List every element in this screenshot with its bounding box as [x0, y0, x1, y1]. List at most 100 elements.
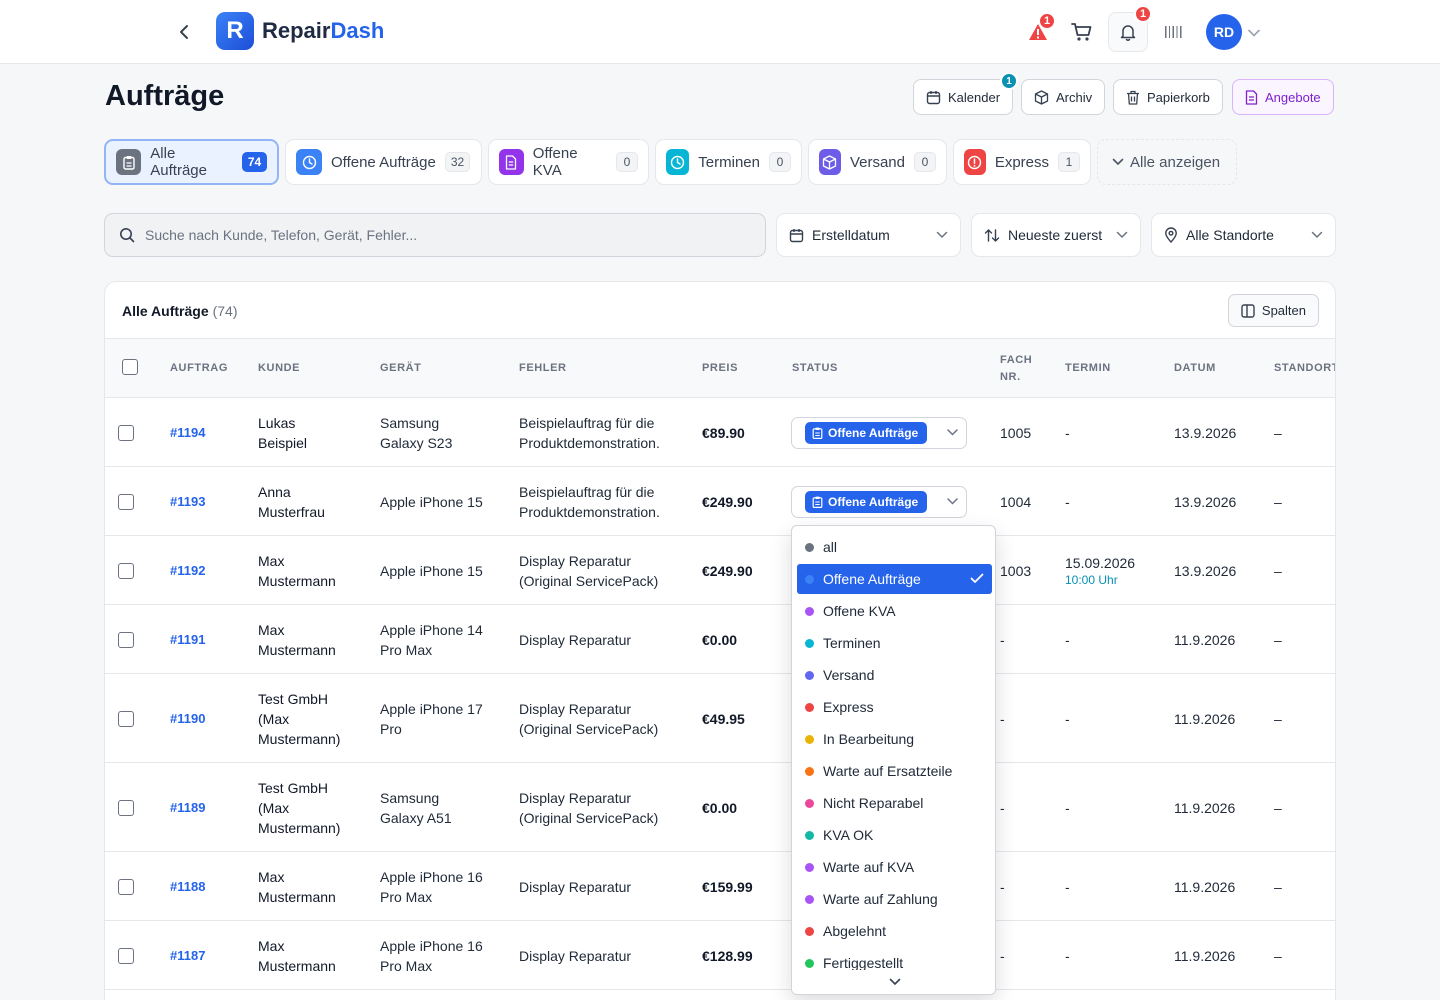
- status-option[interactable]: Terminen: [797, 628, 992, 658]
- status-option[interactable]: Abgelehnt: [797, 916, 992, 946]
- alert-badge: 1: [1038, 12, 1057, 30]
- status-color-dot: [805, 702, 814, 712]
- column-termin[interactable]: Termin: [1065, 360, 1111, 377]
- table-row[interactable]: #1187 Max Mustermann Apple iPhone 16 Pro Max…: [105, 921, 1335, 990]
- column-location[interactable]: Standort: [1274, 360, 1335, 377]
- termin-time: 10:00 Uhr: [1065, 573, 1118, 587]
- status-option[interactable]: Versand: [797, 660, 992, 690]
- fault-description-line: Display Reparatur: [519, 789, 632, 806]
- status-option[interactable]: Offene KVA: [797, 596, 992, 626]
- notifications-button[interactable]: 1: [1108, 5, 1153, 52]
- table-row[interactable]: #1188 Max Mustermann Apple iPhone 16 Pro Max…: [105, 852, 1335, 921]
- select-all-checkbox[interactable]: [122, 359, 138, 375]
- table-row[interactable]: #1192 Max Mustermann Apple iPhone 15 Display…: [105, 536, 1335, 605]
- fault-description-line: Produktdemonstration.: [519, 434, 660, 451]
- table-row[interactable]: #1194 Lukas Beispiel Samsung Galaxy S23 Beisp…: [105, 398, 1335, 467]
- order-id-link[interactable]: #1192: [170, 536, 205, 605]
- trash-button[interactable]: Papierkorb: [1113, 79, 1223, 115]
- column-customer[interactable]: Kunde: [258, 360, 300, 377]
- status-select[interactable]: Offene Aufträge: [791, 485, 967, 518]
- column-order[interactable]: Auftrag: [170, 360, 228, 377]
- status-option[interactable]: KVA OK: [797, 820, 992, 850]
- status-option[interactable]: Warte auf KVA: [797, 852, 992, 882]
- tab-open-kva[interactable]: Offene KVA 0: [488, 139, 649, 185]
- status-option[interactable]: Warte auf Zahlung: [797, 884, 992, 914]
- column-price[interactable]: Preis: [702, 360, 738, 377]
- row-checkbox[interactable]: [118, 947, 134, 964]
- show-all-tabs-button[interactable]: Alle anzeigen: [1097, 139, 1237, 185]
- order-id-link[interactable]: #1189: [170, 763, 205, 852]
- status-label: Offene Aufträge: [828, 494, 919, 509]
- status-option[interactable]: Offene Aufträge: [797, 564, 992, 594]
- date-filter-select[interactable]: Erstelldatum: [776, 213, 961, 257]
- tab-shipping[interactable]: Versand 0: [808, 139, 947, 185]
- column-status[interactable]: Status: [792, 360, 838, 377]
- fach-number: 1004: [1000, 493, 1032, 510]
- row-checkbox[interactable]: [118, 424, 134, 441]
- columns-button[interactable]: Spalten: [1227, 294, 1319, 327]
- column-device[interactable]: Gerät: [380, 360, 422, 377]
- table-row[interactable]: #1190 Test GmbH (Max Mustermann) Apple iPhon…: [105, 674, 1335, 763]
- search-input[interactable]: [145, 227, 725, 243]
- status-select[interactable]: Offene Aufträge: [791, 416, 967, 449]
- table-row[interactable]: #1191 Max Mustermann Apple iPhone 14 Pro Max…: [105, 605, 1335, 674]
- status-option[interactable]: Express: [797, 692, 992, 722]
- column-fault[interactable]: Fehler: [519, 360, 567, 377]
- order-id-link[interactable]: #1194: [170, 398, 205, 467]
- order-id-link[interactable]: #1187: [170, 921, 205, 990]
- customer-name-line: Max: [258, 552, 285, 569]
- date-value: 13.9.2026: [1174, 562, 1237, 579]
- status-option[interactable]: Warte auf Ersatzteile: [797, 756, 992, 786]
- table-row[interactable]: #1189 Test GmbH (Max Mustermann) Samsung Gala…: [105, 763, 1335, 852]
- column-fach-nr[interactable]: Fach Nr.: [1000, 352, 1032, 386]
- status-color-dot: [805, 638, 814, 648]
- order-id-link[interactable]: #1191: [170, 605, 205, 674]
- status-option-label: Warte auf Zahlung: [823, 891, 938, 907]
- tab-appointments[interactable]: Terminen 0: [655, 139, 802, 185]
- row-checkbox[interactable]: [118, 493, 134, 510]
- calendar-icon: [926, 90, 941, 104]
- customer-name-line: Mustermann): [258, 730, 341, 747]
- row-checkbox[interactable]: [118, 799, 134, 816]
- column-date[interactable]: Datum: [1174, 360, 1216, 377]
- status-option[interactable]: In Bearbeitung: [797, 724, 992, 754]
- calendar-button[interactable]: Kalender 1: [913, 72, 1019, 115]
- price-value: €249.90: [702, 493, 753, 510]
- sort-select[interactable]: Neueste zuerst: [971, 213, 1141, 257]
- row-checkbox[interactable]: [118, 562, 134, 579]
- termin-value: -: [1065, 467, 1070, 536]
- status-option-label: Offene Aufträge: [823, 571, 921, 587]
- tab-label: Alle Aufträge: [150, 145, 207, 179]
- barcode-button[interactable]: [1158, 16, 1190, 48]
- row-checkbox[interactable]: [118, 878, 134, 895]
- status-option-label: all: [823, 539, 838, 555]
- order-id-link[interactable]: #1190: [170, 674, 205, 763]
- order-id-link[interactable]: #1193: [170, 467, 205, 536]
- location-select[interactable]: Alle Standorte: [1151, 213, 1336, 257]
- back-button[interactable]: [172, 20, 196, 44]
- dropdown-scroll-down[interactable]: [792, 970, 995, 994]
- customer-name: Test GmbH (Max Mustermann): [258, 763, 340, 852]
- table-row[interactable]: #1193 Anna Musterfrau Apple iPhone 15 Beispi…: [105, 467, 1335, 536]
- tab-all-orders[interactable]: Alle Aufträge 74: [104, 139, 279, 185]
- offers-button[interactable]: Angebote: [1232, 79, 1334, 115]
- user-avatar[interactable]: RD: [1206, 14, 1242, 50]
- row-checkbox[interactable]: [118, 710, 134, 727]
- cart-button[interactable]: [1066, 16, 1098, 48]
- chevron-down-icon[interactable]: [1248, 24, 1260, 40]
- termin-value: -: [1065, 852, 1070, 921]
- customer-name-line: Musterfrau: [258, 503, 325, 520]
- alert-button[interactable]: 1: [1022, 12, 1057, 48]
- fach-number: -: [1000, 710, 1005, 727]
- status-option[interactable]: Nicht Reparabel: [797, 788, 992, 818]
- table-header: Auftrag Kunde Gerät Fehler Preis Status …: [105, 338, 1335, 398]
- tab-label: Versand: [849, 153, 905, 171]
- tab-open-orders[interactable]: Offene Aufträge 32: [285, 139, 482, 185]
- brand-logo[interactable]: R RepairDash: [216, 12, 384, 50]
- status-option[interactable]: all: [797, 532, 992, 562]
- archive-button[interactable]: Archiv: [1021, 79, 1106, 115]
- date-value: 11.9.2026: [1174, 947, 1236, 964]
- row-checkbox[interactable]: [118, 631, 134, 648]
- order-id-link[interactable]: #1188: [170, 852, 205, 921]
- tab-express[interactable]: Express 1: [953, 139, 1091, 185]
